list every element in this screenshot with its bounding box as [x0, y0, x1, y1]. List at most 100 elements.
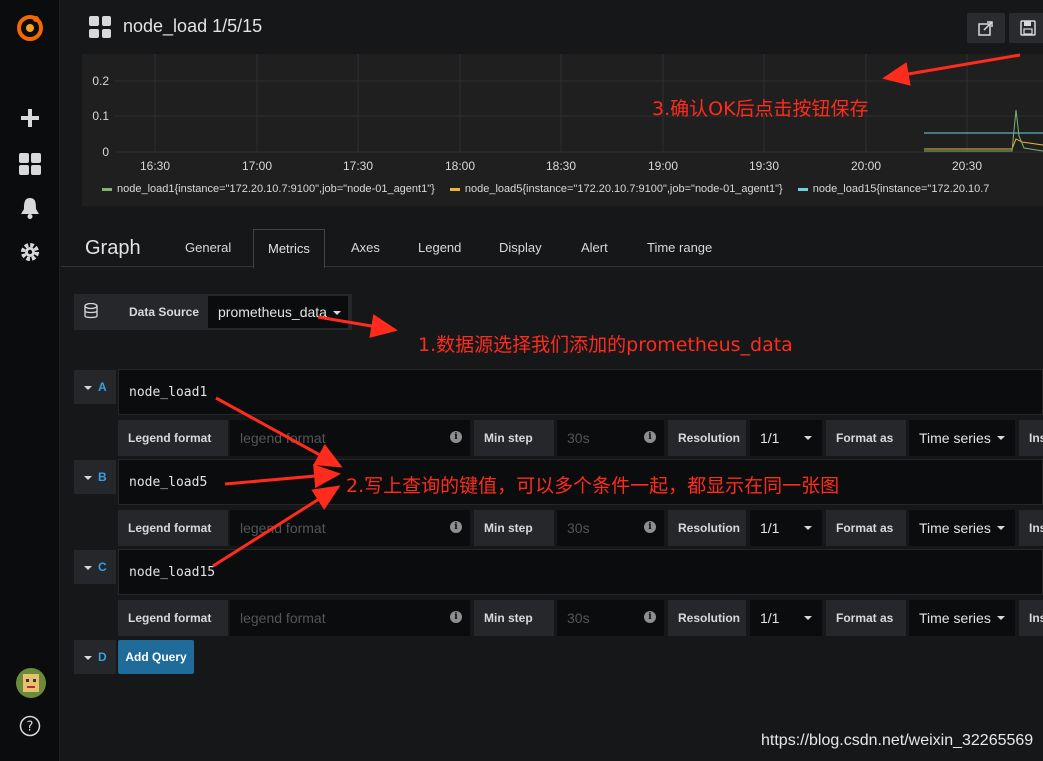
sidebar: ?	[0, 0, 60, 761]
bell-icon[interactable]	[0, 188, 60, 228]
tab-alert[interactable]: Alert	[567, 229, 622, 268]
share-icon	[978, 21, 993, 36]
plus-icon[interactable]	[0, 98, 60, 138]
save-icon	[1020, 20, 1036, 36]
min-step-label: Min step	[474, 420, 554, 456]
editor-title: Graph	[85, 237, 141, 259]
tab-general[interactable]: General	[171, 229, 245, 268]
format-as-select[interactable]: Time series	[909, 510, 1015, 546]
resolution-label: Resolution	[668, 510, 746, 546]
x-tick: 18:00	[445, 159, 475, 173]
caret-down-icon	[997, 526, 1005, 530]
tab-legend[interactable]: Legend	[404, 229, 475, 268]
caret-down-icon	[332, 311, 341, 316]
legend-format-label: Legend format	[118, 420, 228, 456]
y-tick: 0.2	[92, 74, 109, 88]
x-tick: 19:30	[749, 159, 779, 173]
annotation-step3: 3.确认OK后点击按钮保存	[652, 98, 869, 120]
gear-icon[interactable]	[0, 232, 60, 272]
min-step-input[interactable]: 30s i	[557, 510, 664, 546]
min-step-label: Min step	[474, 510, 554, 546]
annotation-step2: 2.写上查询的键值，可以多个条件一起，都显示在同一张图	[346, 475, 840, 497]
instant-label: Ins	[1019, 600, 1043, 636]
resolution-select[interactable]: 1/1	[750, 420, 822, 456]
dashboard-navbar: node_load 1/5/15	[61, 0, 1043, 54]
grafana-logo-icon[interactable]	[0, 8, 60, 48]
resolution-label: Resolution	[668, 600, 746, 636]
legend-item[interactable]: node_load1{instance="172.20.10.7:9100",j…	[102, 183, 435, 195]
info-icon[interactable]: i	[450, 611, 462, 623]
graph-legend: node_load1{instance="172.20.10.7:9100",j…	[102, 183, 1001, 195]
share-button[interactable]	[967, 13, 1005, 43]
help-icon[interactable]: ?	[0, 706, 60, 746]
svg-text:?: ?	[27, 720, 34, 735]
legend-format-label: Legend format	[118, 600, 228, 636]
x-tick: 18:30	[546, 159, 576, 173]
min-step-input[interactable]: 30s i	[557, 600, 664, 636]
x-tick: 19:00	[648, 159, 678, 173]
info-icon[interactable]: i	[644, 521, 656, 533]
min-step-input[interactable]: 30s i	[557, 420, 664, 456]
x-tick: 16:30	[140, 159, 170, 173]
info-icon[interactable]: i	[644, 431, 656, 443]
format-as-label: Format as	[826, 510, 906, 546]
min-step-label: Min step	[474, 600, 554, 636]
resolution-select[interactable]: 1/1	[750, 510, 822, 546]
resolution-select[interactable]: 1/1	[750, 600, 822, 636]
legend-item[interactable]: node_load5{instance="172.20.10.7:9100",j…	[449, 183, 783, 195]
query-toggle-a[interactable]: A	[74, 370, 116, 404]
query-toggle-b[interactable]: B	[74, 460, 116, 494]
format-as-label: Format as	[826, 600, 906, 636]
tab-display[interactable]: Display	[485, 229, 556, 268]
dashboard-title[interactable]: node_load 1/5/15	[123, 16, 262, 37]
legend-format-input[interactable]: legend format i	[230, 420, 470, 456]
tab-axes[interactable]: Axes	[337, 229, 394, 268]
info-icon[interactable]: i	[450, 431, 462, 443]
query-toggle-d[interactable]: D	[74, 640, 116, 674]
datasource-row: Data Source prometheus_data	[74, 294, 352, 330]
panel-editor-header: Graph General Metrics Axes Legend Displa…	[61, 225, 1043, 268]
caret-down-icon	[997, 616, 1005, 620]
database-icon	[84, 303, 98, 319]
caret-down-icon	[997, 436, 1005, 440]
user-avatar[interactable]	[16, 668, 46, 698]
y-tick: 0.1	[92, 109, 109, 123]
caret-down-icon	[804, 436, 812, 440]
dashboards-icon[interactable]	[0, 144, 60, 184]
query-options-c: Legend format legend format i Min step 30…	[118, 600, 1043, 636]
legend-format-input[interactable]: legend format i	[230, 510, 470, 546]
save-dashboard-button[interactable]	[1009, 13, 1043, 43]
query-toggle-c[interactable]: C	[74, 550, 116, 584]
query-options-b: Legend format legend format i Min step 30…	[118, 510, 1043, 546]
tab-time-range[interactable]: Time range	[633, 229, 726, 268]
instant-label: Ins	[1019, 420, 1043, 456]
legend-format-input[interactable]: legend format i	[230, 600, 470, 636]
dashboard-grid-icon[interactable]	[89, 16, 111, 38]
format-as-select[interactable]: Time series	[909, 420, 1015, 456]
info-icon[interactable]: i	[644, 611, 656, 623]
instant-label: Ins	[1019, 510, 1043, 546]
caret-down-icon	[804, 616, 812, 620]
legend-item[interactable]: node_load15{instance="172.20.10.7	[797, 183, 989, 195]
caret-down-icon	[804, 526, 812, 530]
add-query-button[interactable]: Add Query	[118, 640, 194, 674]
watermark: https://blog.csdn.net/weixin_32265569	[761, 732, 1034, 749]
datasource-select[interactable]: prometheus_data	[208, 296, 348, 328]
query-input-a[interactable]: node_load1	[118, 369, 1043, 415]
x-tick: 17:30	[343, 159, 373, 173]
datasource-label: Data Source	[129, 305, 200, 319]
legend-format-label: Legend format	[118, 510, 228, 546]
query-options-a: Legend format legend format i Min step 30…	[118, 420, 1043, 456]
x-tick: 20:30	[952, 159, 982, 173]
y-tick: 0	[102, 145, 109, 159]
query-input-c[interactable]: node_load15	[118, 549, 1043, 595]
annotation-step1: 1.数据源选择我们添加的prometheus_data	[418, 334, 793, 356]
format-as-label: Format as	[826, 420, 906, 456]
graph-plot: 0.2 0.1 0 16:30 17:00 17:30 18:00 18:30 …	[92, 54, 1043, 173]
tab-metrics[interactable]: Metrics	[253, 229, 325, 268]
resolution-label: Resolution	[668, 420, 746, 456]
x-tick: 20:00	[851, 159, 881, 173]
format-as-select[interactable]: Time series	[909, 600, 1015, 636]
info-icon[interactable]: i	[450, 521, 462, 533]
series-line-node_load5	[924, 138, 1043, 150]
